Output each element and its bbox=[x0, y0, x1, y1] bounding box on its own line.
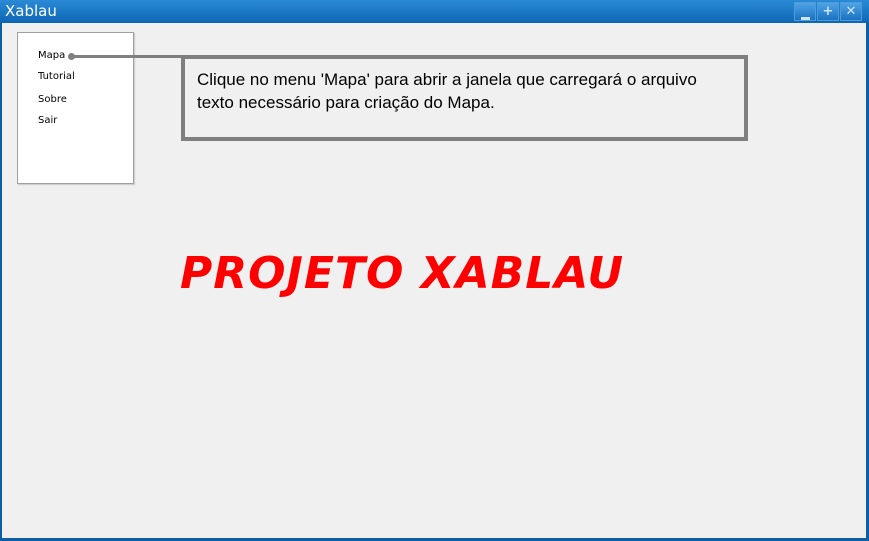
callout-text: Clique no menu 'Mapa' para abrir a janel… bbox=[197, 70, 697, 112]
callout-connector-dot bbox=[68, 53, 75, 60]
menu-item-tutorial[interactable]: Tutorial bbox=[38, 70, 75, 84]
menu-item-mapa[interactable]: Mapa bbox=[38, 49, 65, 63]
maximize-button[interactable]: + bbox=[817, 2, 839, 21]
instruction-callout: Clique no menu 'Mapa' para abrir a janel… bbox=[181, 55, 748, 141]
project-title: PROJETO XABLAU bbox=[180, 248, 625, 299]
close-button[interactable]: ✕ bbox=[840, 2, 862, 21]
app-window: Xablau + ✕ Mapa Tutorial Sobre Sair Cliq… bbox=[0, 0, 869, 541]
callout-connector-line bbox=[70, 55, 188, 58]
close-icon: ✕ bbox=[845, 4, 857, 19]
maximize-icon: + bbox=[822, 4, 834, 19]
main-content: Mapa Tutorial Sobre Sair Clique no menu … bbox=[2, 23, 866, 538]
minimize-button[interactable] bbox=[794, 2, 816, 21]
menu-item-sobre[interactable]: Sobre bbox=[38, 93, 67, 107]
minimize-icon bbox=[800, 17, 810, 20]
menu-item-sair[interactable]: Sair bbox=[38, 114, 57, 128]
window-title: Xablau bbox=[5, 2, 57, 20]
title-bar[interactable]: Xablau + ✕ bbox=[0, 0, 869, 23]
